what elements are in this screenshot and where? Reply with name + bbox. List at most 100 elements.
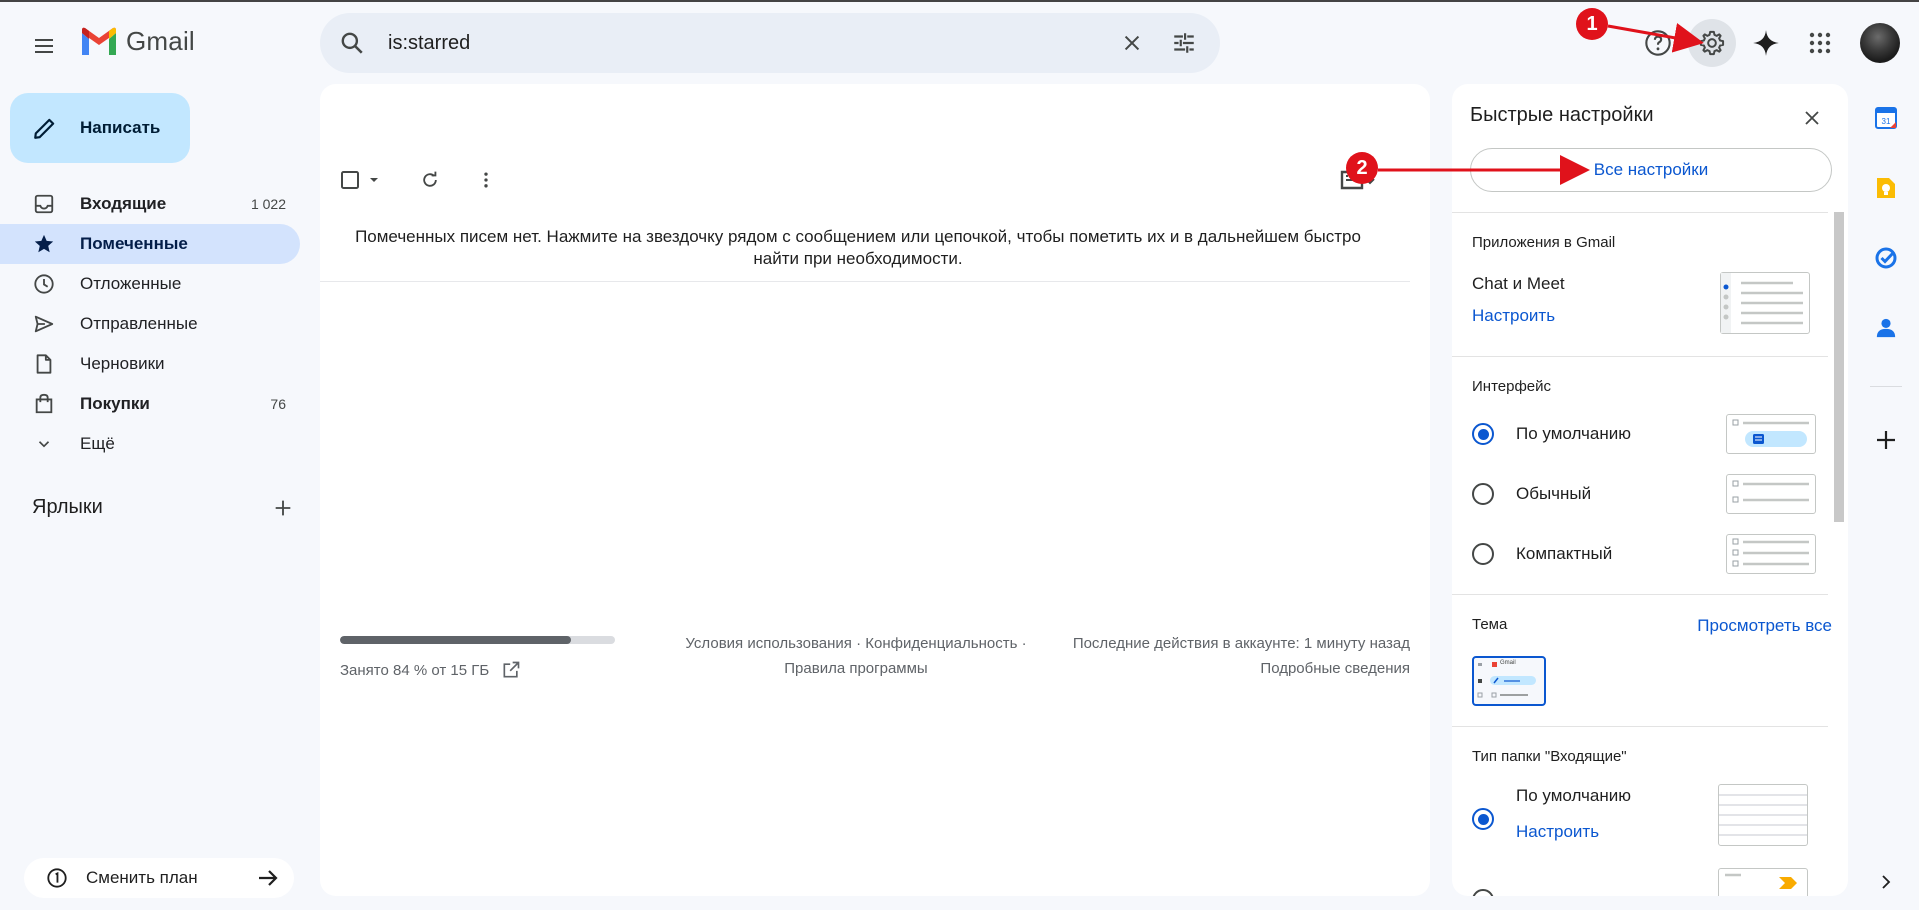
panel-scrollbar[interactable]	[1834, 212, 1844, 522]
main-panel: Помеченных писем нет. Нажмите на звездоч…	[320, 84, 1430, 896]
gemini-button[interactable]	[1742, 19, 1790, 67]
density-thumbnail	[1726, 474, 1816, 514]
keep-app-button[interactable]	[1870, 172, 1902, 204]
contacts-icon	[1875, 317, 1897, 339]
unread-count: 1 022	[250, 196, 286, 212]
chat-meet-configure-link[interactable]: Настроить	[1472, 306, 1555, 326]
sidebar-item-label: Входящие	[80, 194, 167, 213]
change-plan-label: Сменить план	[86, 868, 198, 887]
quick-settings-title: Быстрые настройки	[1470, 104, 1654, 126]
search-bar[interactable]: is:starred	[320, 13, 1220, 73]
search-input[interactable]: is:starred	[388, 32, 1110, 55]
storage-bar	[340, 636, 615, 644]
tune-icon[interactable]	[1162, 21, 1206, 65]
sidebar-item-starred[interactable]: Помеченные	[0, 224, 300, 264]
close-button[interactable]	[1796, 102, 1828, 134]
list-toolbar	[340, 162, 496, 198]
sidebar-item-label: Покупки	[80, 394, 150, 413]
more-options-button[interactable]	[476, 162, 496, 198]
sidebar-item-more[interactable]: Ещё	[0, 424, 300, 464]
draft-icon	[32, 352, 56, 376]
chevron-down-icon	[368, 174, 380, 186]
apps-button[interactable]	[1796, 19, 1844, 67]
theme-view-all-link[interactable]: Просмотреть все	[1662, 616, 1832, 636]
density-option-compact[interactable]: Компактный	[1472, 534, 1816, 574]
plus-icon[interactable]	[272, 497, 294, 519]
all-settings-button[interactable]: Все настройки	[1470, 148, 1832, 192]
clock-icon	[32, 272, 56, 296]
send-icon	[32, 312, 56, 336]
density-option-default[interactable]: По умолчанию	[1472, 414, 1816, 454]
svg-text:31: 31	[1882, 117, 1891, 126]
apps-section-title: Приложения в Gmail	[1472, 234, 1616, 251]
radio-button[interactable]	[1472, 889, 1494, 896]
divider	[1452, 594, 1828, 595]
inbox-icon	[32, 192, 56, 216]
labels-header: Ярлыки	[32, 496, 294, 519]
footer-links: Условия использования · Конфиденциальнос…	[676, 631, 1036, 681]
gemini-icon	[1752, 29, 1780, 57]
sidebar-item-snoozed[interactable]: Отложенные	[0, 264, 300, 304]
theme-thumbnail[interactable]: Gmail	[1472, 656, 1546, 706]
sidebar-item-label: Отправленные	[80, 314, 198, 333]
show-side-panel-button[interactable]	[1870, 866, 1902, 898]
refresh-button[interactable]	[420, 162, 440, 198]
density-thumbnail	[1726, 534, 1816, 574]
calendar-app-button[interactable]: 31	[1870, 102, 1902, 134]
pencil-icon	[32, 115, 58, 141]
density-option-label: Обычный	[1516, 484, 1592, 503]
sidebar-item-label: Ещё	[80, 434, 115, 453]
change-plan-button[interactable]: Сменить план	[24, 858, 294, 898]
radio-button[interactable]	[1472, 543, 1494, 565]
inbox-default-radio-wrap[interactable]	[1472, 808, 1516, 830]
density-section-title: Интерфейс	[1472, 378, 1552, 395]
divider	[1452, 356, 1828, 357]
program-policies-link[interactable]: Правила программы	[784, 660, 927, 677]
chevron-down-icon	[32, 432, 56, 456]
account-activity: Последние действия в аккаунте: 1 минуту …	[1040, 631, 1410, 681]
tasks-app-button[interactable]	[1870, 242, 1902, 274]
help-button[interactable]	[1634, 19, 1682, 67]
sidebar-item-drafts[interactable]: Черновики	[0, 344, 300, 384]
sidebar-item-label: Черновики	[80, 354, 165, 373]
menu-icon	[32, 34, 56, 58]
select-all-checkbox[interactable]	[340, 162, 380, 198]
inbox-option-radio-partial[interactable]	[1472, 889, 1516, 896]
add-app-button[interactable]	[1870, 424, 1902, 456]
storage-bar-fill	[340, 636, 571, 644]
sidebar-item-sent[interactable]: Отправленные	[0, 304, 300, 344]
inbox-default-label: По умолчанию	[1516, 786, 1631, 805]
compose-label: Написать	[80, 118, 161, 137]
radio-button[interactable]	[1472, 483, 1494, 505]
search-icon[interactable]	[338, 29, 366, 57]
contacts-app-button[interactable]	[1870, 312, 1902, 344]
main-menu-button[interactable]	[20, 22, 68, 70]
sidebar-item-purchases[interactable]: Покупки 76	[0, 384, 300, 424]
terms-link[interactable]: Условия использования	[685, 635, 852, 652]
account-avatar[interactable]	[1860, 23, 1900, 63]
privacy-link[interactable]: Конфиденциальность	[865, 635, 1017, 652]
empty-state-message: Помеченных писем нет. Нажмите на звездоч…	[355, 227, 1361, 268]
rail-divider	[1870, 386, 1902, 387]
radio-button[interactable]	[1472, 423, 1494, 445]
annotation-badge-1: 1	[1576, 8, 1608, 40]
annotation-badge-2: 2	[1346, 152, 1378, 184]
gmail-logo[interactable]: Gmail	[80, 26, 195, 57]
clear-icon[interactable]	[1110, 21, 1154, 65]
help-icon	[1644, 29, 1672, 57]
external-link-icon[interactable]	[501, 660, 521, 680]
sidebar-item-inbox[interactable]: Входящие 1 022	[0, 184, 300, 224]
density-option-comfortable[interactable]: Обычный	[1472, 474, 1816, 514]
separator: ·	[856, 635, 862, 652]
gmail-logo-text: Gmail	[126, 26, 195, 56]
density-option-label: По умолчанию	[1516, 424, 1631, 443]
radio-button[interactable]	[1472, 808, 1494, 830]
details-link[interactable]: Подробные сведения	[1040, 656, 1410, 681]
theme-section-title: Тема	[1472, 616, 1508, 633]
inbox-default-thumbnail	[1718, 784, 1808, 846]
arrow-right-icon	[256, 866, 280, 890]
compose-button[interactable]: Написать	[10, 93, 190, 163]
inbox-configure-link[interactable]: Настроить	[1516, 822, 1599, 842]
settings-button[interactable]	[1688, 19, 1736, 67]
checkbox-icon	[340, 170, 360, 190]
